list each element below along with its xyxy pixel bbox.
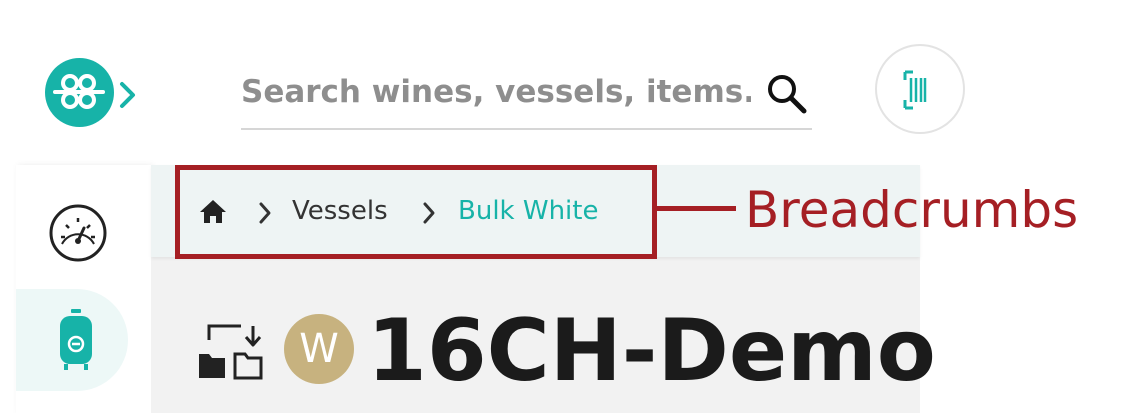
search-input[interactable] [241,62,751,122]
barcode-scan-icon [903,70,927,110]
chevron-right-icon[interactable] [118,80,138,110]
search-icon[interactable] [765,72,809,116]
dashboard-gauge-icon[interactable] [46,201,110,265]
annotation-connector-line [657,206,736,211]
move-vessel-icon[interactable] [197,320,263,380]
vessel-title: 16CH-Demo [367,301,936,401]
barcode-scan-button[interactable] [875,44,965,134]
wine-type-badge: W [284,314,354,384]
annotation-label: Breadcrumbs [745,181,1079,239]
vessel-tank-icon[interactable] [57,308,95,372]
bubbles-logo-icon [53,74,105,109]
breadcrumb-highlight-box [175,165,657,259]
sidebar [16,165,151,413]
search-bar[interactable] [241,62,812,130]
app-logo[interactable] [45,58,114,127]
